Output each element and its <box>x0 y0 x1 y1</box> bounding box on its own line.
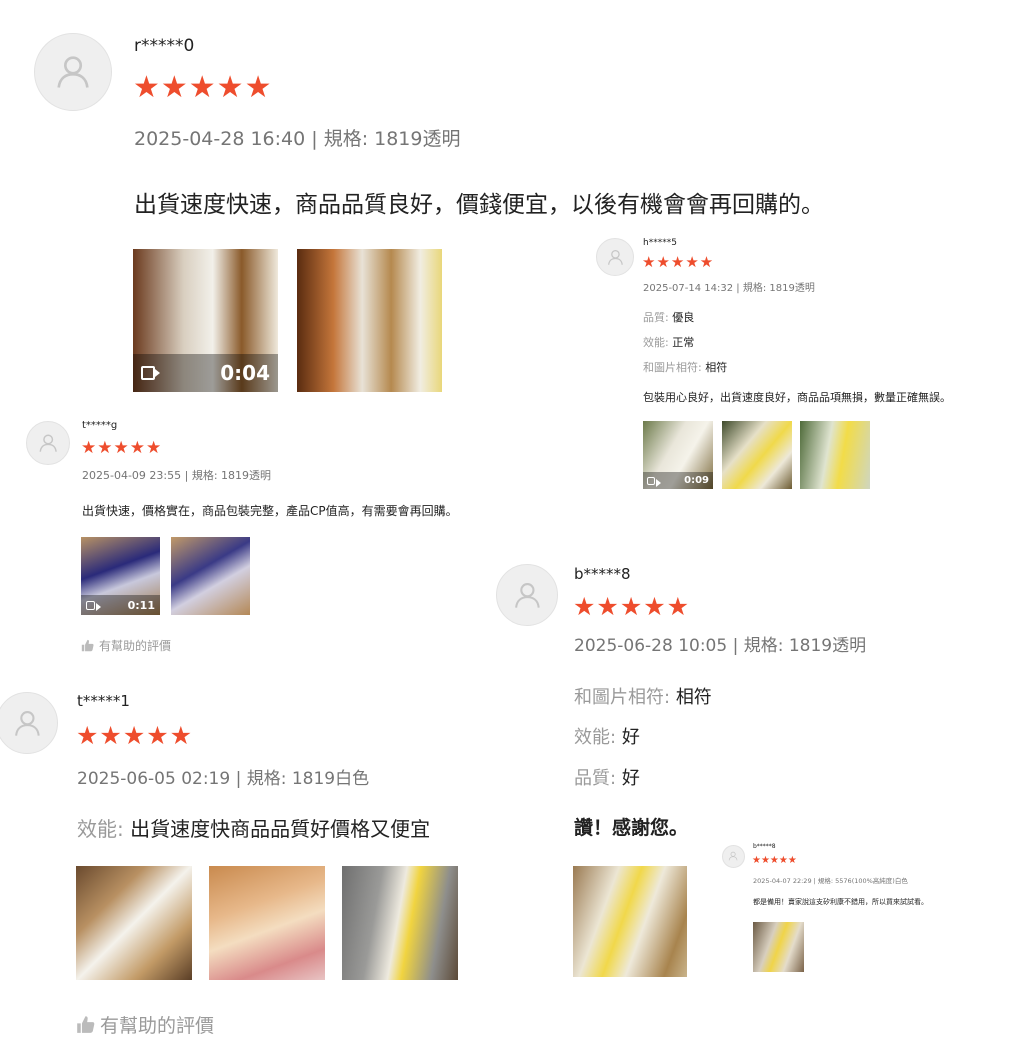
username: t*****g <box>82 420 118 431</box>
video-camera-icon <box>141 366 160 380</box>
username: b*****8 <box>574 565 631 583</box>
video-camera-icon <box>86 600 101 611</box>
video-bar: 0:11 <box>81 595 160 615</box>
attribute-value: 優良 <box>672 311 695 324</box>
review-photo[interactable] <box>209 866 325 980</box>
user-icon <box>727 850 739 862</box>
star-rating: ★★★★★ <box>76 721 194 750</box>
review-photo[interactable] <box>76 866 192 980</box>
user-avatar <box>34 33 112 111</box>
star-rating: ★★★★★ <box>133 70 273 105</box>
attribute-performance: 效能: 出貨速度快商品品質好價格又便宜 <box>77 813 430 842</box>
attribute-key: 效能: <box>77 817 124 841</box>
video-duration: 0:11 <box>127 598 155 612</box>
attribute-quality: 品質: 優良 <box>643 309 694 325</box>
review-text: 讚！感謝您。 <box>574 817 689 839</box>
attribute-performance: 效能: 好 <box>574 723 640 749</box>
review-photo[interactable] <box>342 866 458 980</box>
review-photo[interactable] <box>722 421 792 489</box>
review-photo[interactable] <box>573 866 687 977</box>
attribute-value: 好 <box>621 768 640 789</box>
attribute-match: 和圖片相符: 相符 <box>643 359 727 375</box>
user-icon <box>605 247 626 268</box>
star-rating: ★★★★★ <box>752 855 797 866</box>
review-text: 出貨快速，價格實在，商品包裝完整，產品CP值高，有需要會再回購。 <box>82 504 458 518</box>
user-icon <box>51 50 95 94</box>
video-duration: 0:04 <box>220 361 270 385</box>
attribute-key: 效能: <box>643 336 669 349</box>
user-avatar <box>722 845 745 868</box>
review-meta: 2025-04-09 23:55 | 規格: 1819透明 <box>82 469 272 482</box>
review-meta: 2025-04-07 22:29 | 規格: 5576(100%高純度)白色 <box>753 877 908 885</box>
video-camera-icon <box>647 476 661 487</box>
user-avatar <box>26 421 70 465</box>
attribute-value: 正常 <box>672 336 695 349</box>
video-duration: 0:09 <box>684 475 709 486</box>
helpful-button[interactable]: 有幫助的評價 <box>81 637 171 654</box>
user-avatar <box>0 692 58 754</box>
user-icon <box>10 706 45 741</box>
username: b*****8 <box>753 843 776 850</box>
review-photo[interactable] <box>171 537 250 615</box>
review-meta: 2025-07-14 14:32 | 規格: 1819透明 <box>643 283 815 294</box>
attribute-value: 好 <box>621 727 640 748</box>
user-icon <box>510 578 545 613</box>
video-bar: 0:09 <box>643 472 713 489</box>
star-rating: ★★★★★ <box>81 438 163 458</box>
review-meta: 2025-04-28 16:40 | 規格: 1819透明 <box>134 128 461 150</box>
attribute-value: 相符 <box>705 361 728 374</box>
user-avatar <box>496 564 558 626</box>
attribute-value: 出貨速度快商品品質好價格又便宜 <box>130 817 431 841</box>
helpful-label: 有幫助的評價 <box>99 639 172 653</box>
video-bar: 0:04 <box>133 354 278 392</box>
attribute-value: 相符 <box>675 687 712 708</box>
helpful-button[interactable]: 有幫助的評價 <box>76 1011 214 1038</box>
review-photo[interactable] <box>297 249 442 392</box>
attribute-quality: 品質: 好 <box>574 764 640 790</box>
attribute-key: 和圖片相符: <box>643 361 702 374</box>
review-video-thumbnail[interactable]: 0:11 <box>81 537 160 615</box>
review-meta: 2025-06-28 10:05 | 規格: 1819透明 <box>574 636 867 656</box>
star-rating: ★★★★★ <box>642 253 715 271</box>
review-video-thumbnail[interactable]: 0:09 <box>643 421 713 489</box>
helpful-label: 有幫助的評價 <box>100 1015 215 1037</box>
review-photo[interactable] <box>800 421 870 489</box>
username: t*****1 <box>77 692 130 710</box>
attribute-match: 和圖片相符: 相符 <box>574 683 712 709</box>
username: r*****0 <box>134 36 195 56</box>
thumbs-up-icon <box>77 1016 95 1033</box>
attribute-key: 效能: <box>574 727 617 748</box>
star-rating: ★★★★★ <box>573 592 691 621</box>
review-text: 包裝用心良好，出貨速度良好，商品品項無損，數量正確無誤。 <box>643 391 951 404</box>
user-avatar <box>596 238 634 276</box>
review-meta: 2025-06-05 02:19 | 規格: 1819白色 <box>77 769 370 789</box>
attribute-key: 品質: <box>643 311 669 324</box>
user-icon <box>36 431 60 455</box>
username: h*****5 <box>643 238 677 248</box>
attribute-key: 品質: <box>574 768 617 789</box>
review-video-thumbnail[interactable]: 0:04 <box>133 249 278 392</box>
attribute-performance: 效能: 正常 <box>643 334 694 350</box>
attribute-key: 和圖片相符: <box>574 687 671 708</box>
review-text: 都是備用！賣家說這支矽利康不錯用，所以買來試試看。 <box>753 898 928 906</box>
review-photo[interactable] <box>753 922 804 972</box>
review-text: 出貨速度快速，商品品質良好，價錢便宜，以後有機會會再回購的。 <box>134 192 824 218</box>
thumbs-up-icon <box>81 639 94 652</box>
